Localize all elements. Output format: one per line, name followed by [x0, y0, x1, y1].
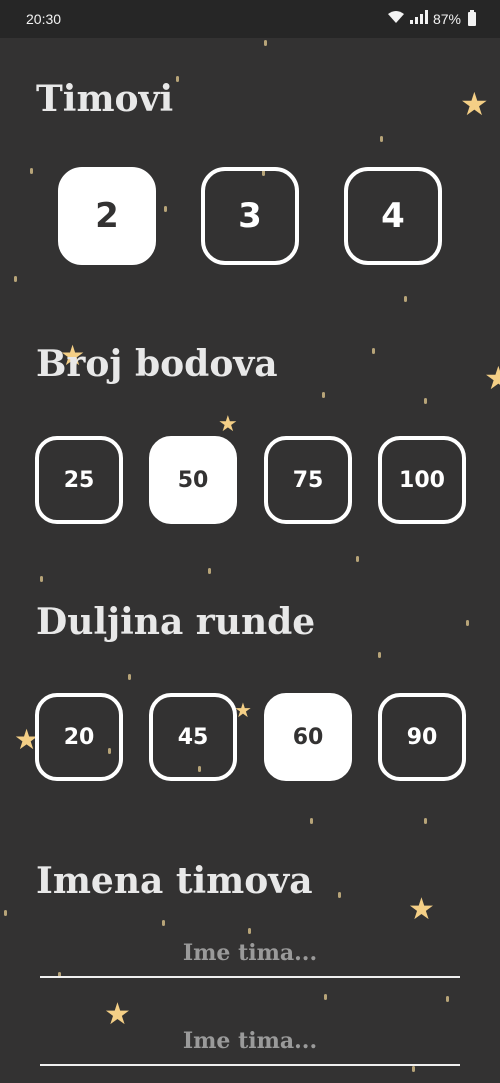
team-names-title: Imena timova [36, 860, 313, 902]
teams-option-2[interactable]: 2 [58, 167, 156, 265]
status-indicators: 87% [387, 9, 476, 27]
star-icon: ★ [460, 85, 489, 123]
round-option-20[interactable]: 20 [35, 693, 123, 781]
round-option-60[interactable]: 60 [264, 693, 352, 781]
star-icon: ★ [484, 359, 500, 397]
teams-option-4[interactable]: 4 [344, 167, 442, 265]
star-icon: ★ [408, 892, 435, 927]
wifi-icon [387, 10, 405, 27]
round-option-90[interactable]: 90 [378, 693, 466, 781]
round-length-title: Duljina runde [36, 601, 316, 643]
battery-icon [468, 9, 476, 26]
battery-percent: 87% [432, 10, 461, 27]
points-option-50[interactable]: 50 [149, 436, 237, 524]
star-icon: ★ [218, 412, 238, 437]
teams-option-3[interactable]: 3 [201, 167, 299, 265]
teams-title: Timovi [36, 78, 174, 120]
points-option-25[interactable]: 25 [35, 436, 123, 524]
points-option-100[interactable]: 100 [378, 436, 466, 524]
status-time: 20:30 [26, 11, 62, 27]
round-option-45[interactable]: 45 [149, 693, 237, 781]
signal-icon [409, 10, 428, 27]
team-name-input-2[interactable] [40, 1018, 460, 1066]
points-title: Broj bodova [36, 343, 278, 385]
points-option-75[interactable]: 75 [264, 436, 352, 524]
team-name-input-1[interactable] [40, 930, 460, 978]
status-bar: 20:30 87% [0, 0, 500, 38]
